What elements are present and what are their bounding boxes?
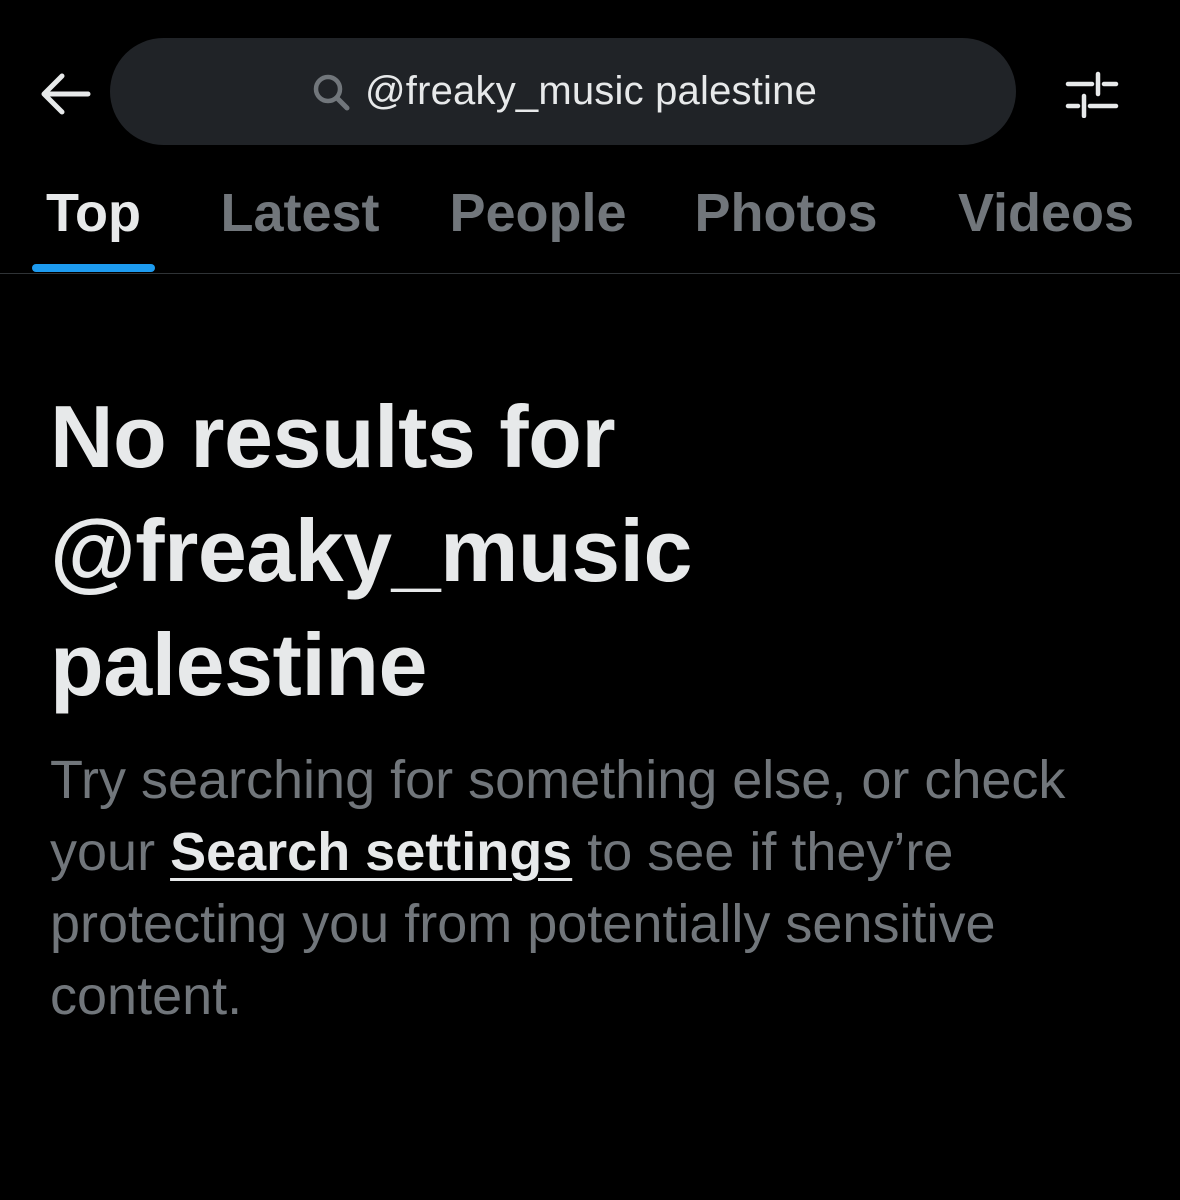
tab-people[interactable]: People [432, 180, 644, 273]
arrow-left-icon [41, 73, 91, 115]
empty-state-title-line: @freaky_music [50, 501, 692, 600]
tab-label: People [449, 183, 627, 243]
empty-state-title-line: palestine [50, 615, 427, 714]
search-icon [309, 70, 353, 114]
tab-label: Latest [220, 183, 380, 243]
tab-label: Videos [957, 183, 1135, 243]
back-button[interactable] [30, 62, 100, 126]
search-filter-button[interactable] [1058, 64, 1126, 124]
tab-label: Top [46, 183, 141, 243]
search-settings-link[interactable]: Search settings [170, 822, 572, 882]
tab-latest[interactable]: Latest [200, 180, 400, 273]
tab-videos[interactable]: Videos [940, 180, 1152, 273]
active-tab-indicator [32, 264, 155, 272]
empty-state-message: Try searching for something else, or che… [50, 744, 1090, 1032]
top-bar: @freaky_music palestine [0, 0, 1180, 180]
empty-state-title-line: No results for [50, 387, 616, 486]
search-tabs: Top Latest People Photos Videos [0, 180, 1180, 274]
empty-state: No results for @freaky_music palestine T… [50, 380, 1150, 1032]
tab-top[interactable]: Top [32, 180, 155, 273]
empty-state-title: No results for @freaky_music palestine [50, 380, 1150, 722]
search-query-text: @freaky_music palestine [364, 69, 818, 113]
search-input[interactable]: @freaky_music palestine [110, 38, 1016, 145]
tab-photos[interactable]: Photos [676, 180, 896, 273]
tab-label: Photos [694, 183, 878, 243]
sliders-icon [1065, 71, 1119, 118]
